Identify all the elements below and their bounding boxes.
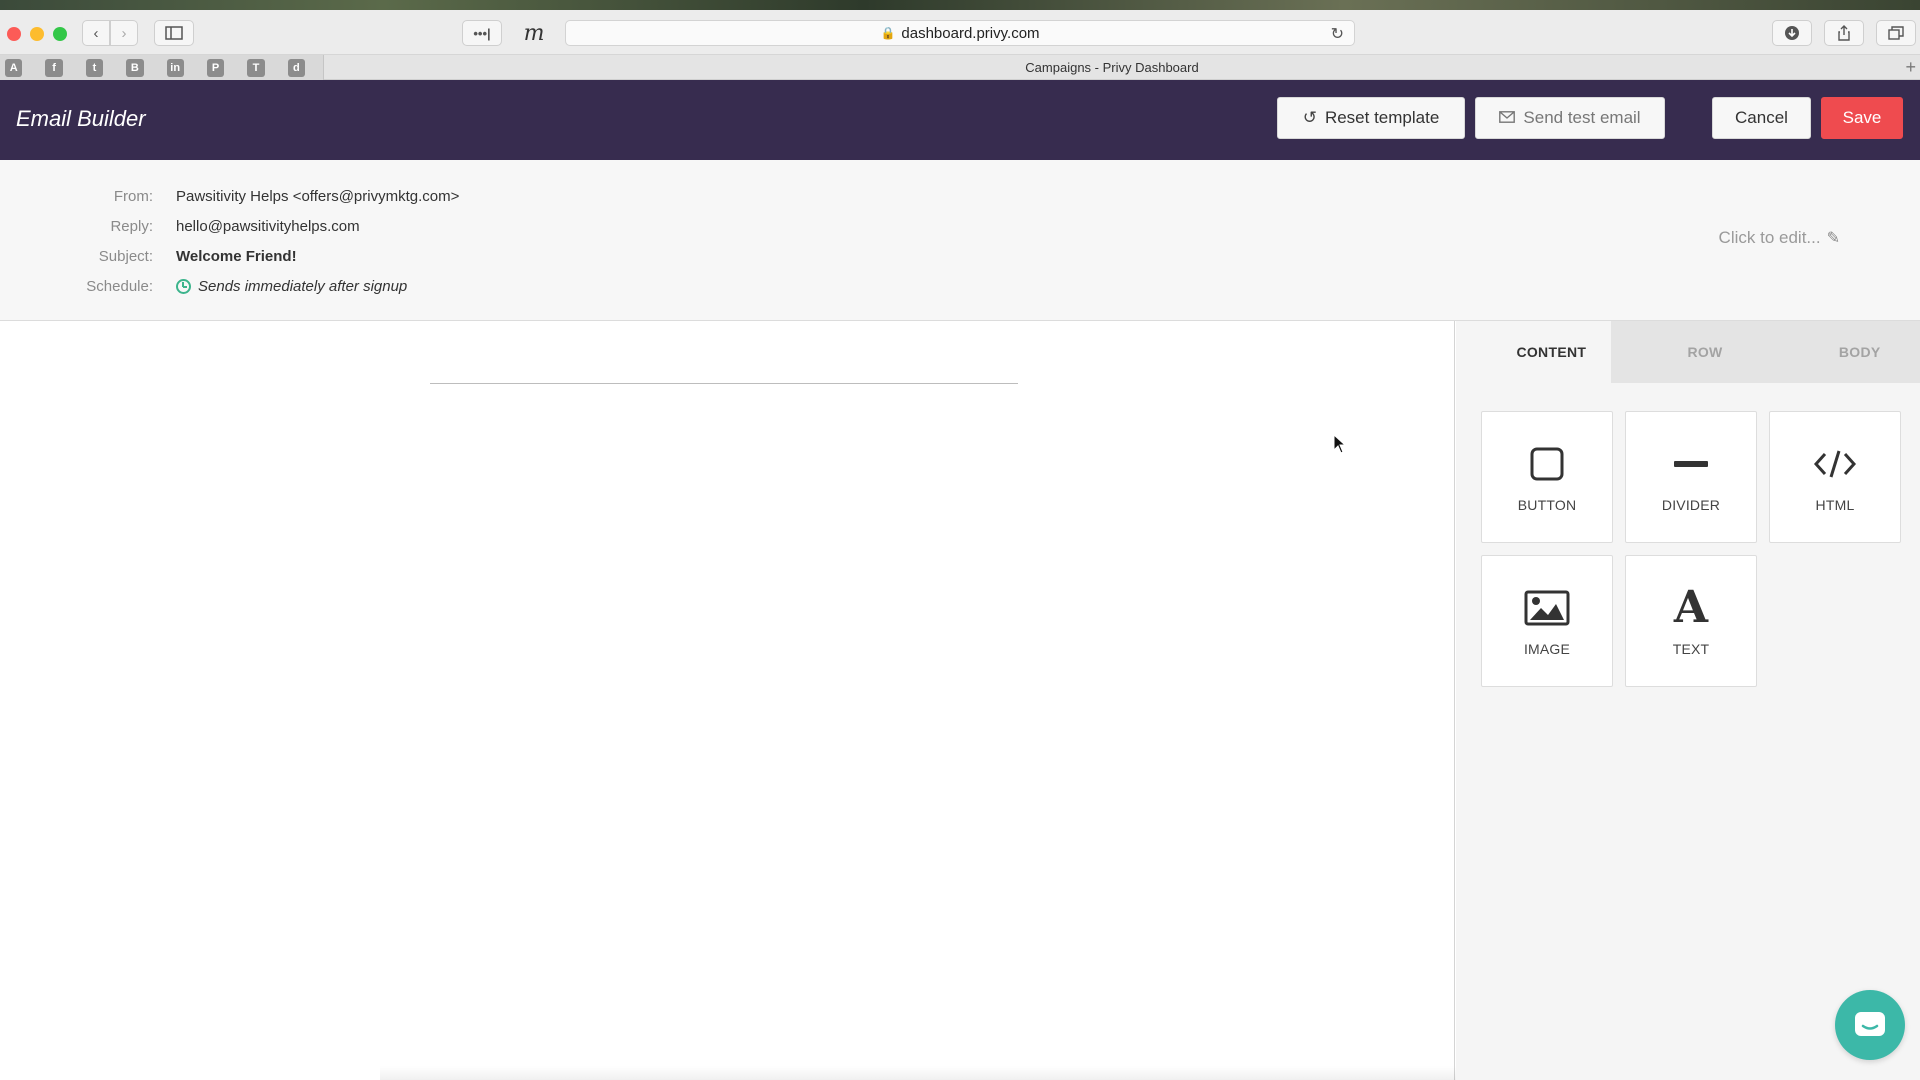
script-m-icon: m [523,20,545,46]
send-test-email-label: Send test email [1523,108,1641,127]
image-icon [1524,585,1570,631]
more-dots-icon: •••| [473,25,491,41]
builder-sidebar: CONTENT ROW BODY BUTTON DIVIDER HTML IMA… [1456,321,1920,1080]
divider-block[interactable]: DIVIDER [1625,411,1757,543]
click-to-edit-label: Click to edit... [1718,228,1821,247]
sidebar-toggle-button[interactable] [154,20,194,46]
sidebar-tabs: CONTENT ROW BODY [1456,321,1920,383]
minimize-window-button[interactable] [30,27,44,41]
from-label: From: [113,187,153,205]
builder-workspace: CONTENT ROW BODY BUTTON DIVIDER HTML IMA… [0,321,1920,1080]
email-meta-panel[interactable]: From: Pawsitivity Helps <offers@privymkt… [0,160,1920,321]
extensions-button[interactable]: •••| [462,20,502,46]
reply-label: Reply: [110,217,153,235]
page-title: Email Builder [16,106,146,131]
schedule-value: Sends immediately after signup [176,278,407,295]
share-icon [1838,25,1850,41]
tab-content-label: CONTENT [1516,344,1587,360]
button-square-icon [1530,441,1564,487]
chat-launcher-button[interactable] [1835,990,1905,1060]
email-canvas[interactable] [0,321,1540,1080]
click-to-edit-link[interactable]: Click to edit... ✎ [1719,228,1840,248]
image-block-label: IMAGE [1523,641,1571,657]
grid-icon [1480,341,1506,363]
window-wallpaper-strip [0,0,1920,10]
bookmark-linkedin-icon[interactable]: in [166,58,184,77]
subject-label: Subject: [98,247,153,265]
subject-row: Subject: Welcome Friend! [0,244,297,268]
maximize-window-button[interactable] [53,27,67,41]
content-blocks-grid: BUTTON DIVIDER HTML IMAGE A TEXT [1481,411,1911,687]
email-divider-block[interactable] [430,383,1018,384]
button-block-label: BUTTON [1517,497,1577,513]
divider-icon [1674,441,1708,487]
lines-icon [1805,342,1829,362]
extension-m-button[interactable]: m [516,20,552,46]
bookmarks-bar: A f t B in P T d Campaigns - Privy Dashb… [0,55,1920,80]
tab-row-label: ROW [1687,344,1723,360]
schedule-text: Sends immediately after signup [198,277,408,295]
bookmark-twitter-icon[interactable]: t [85,58,104,77]
forward-button[interactable]: › [110,20,138,46]
send-test-email-button[interactable]: Send test email [1475,97,1665,139]
cancel-button[interactable]: Cancel [1712,97,1811,139]
canvas-bottom-shadow [380,1066,1540,1080]
close-window-button[interactable] [7,27,21,41]
download-icon [1785,26,1799,40]
favorites-icons: A f t B in P T d [0,55,324,80]
address-text: dashboard.privy.com [901,24,1040,42]
chat-icon [1855,1012,1885,1036]
from-row: From: Pawsitivity Helps <offers@privymkt… [0,184,460,208]
save-button[interactable]: Save [1821,97,1903,139]
bookmark-t-icon[interactable]: T [247,58,265,77]
subject-value: Welcome Friend! [176,247,297,265]
divider-block-label: DIVIDER [1661,497,1721,513]
bookmark-p-icon[interactable]: P [206,58,225,77]
button-block[interactable]: BUTTON [1481,411,1613,543]
address-bar[interactable]: 🔒 dashboard.privy.com ↻ [565,20,1355,46]
tab-row[interactable]: ROW [1611,321,1766,383]
bookmark-b-icon[interactable]: B [126,58,144,77]
reset-template-label: Reset template [1324,108,1440,127]
reply-value: hello@pawsitivityhelps.com [176,217,360,235]
app-header: Email Builder ↺ Reset template Send test… [0,80,1920,160]
clock-icon [176,278,191,294]
downloads-button[interactable] [1772,20,1812,46]
from-value: Pawsitivity Helps <offers@privymktg.com> [176,187,460,205]
reload-icon[interactable]: ↻ [1331,24,1344,44]
tab-content[interactable]: CONTENT [1456,321,1611,383]
chevron-right-icon: › [121,24,127,42]
schedule-label: Schedule: [86,277,153,295]
pencil-icon: ✎ [1826,230,1840,247]
tabs-icon [1888,26,1904,40]
sidebar-icon [165,26,183,40]
html-block-label: HTML [1815,497,1855,513]
new-tab-icon[interactable]: + [1905,57,1916,78]
code-icon [1813,441,1857,487]
html-block[interactable]: HTML [1769,411,1901,543]
text-block[interactable]: A TEXT [1625,555,1757,687]
text-block-label: TEXT [1672,641,1710,657]
active-tab-title[interactable]: Campaigns - Privy Dashboard [324,55,1900,80]
bookmark-drive-icon[interactable]: d [287,58,305,77]
back-button[interactable]: ‹ [82,20,110,46]
browser-toolbar: ‹ › •••| m 🔒 dashboard.privy.com ↻ [0,10,1920,55]
image-block[interactable]: IMAGE [1481,555,1613,687]
schedule-row: Schedule: Sends immediately after signup [0,274,407,298]
tab-body[interactable]: BODY [1765,321,1920,383]
lines-icon [1653,342,1677,362]
bookmark-a-icon[interactable]: A [5,58,23,77]
bookmark-facebook-icon[interactable]: f [45,58,63,77]
share-button[interactable] [1824,20,1864,46]
reset-template-button[interactable]: ↺ Reset template [1277,97,1465,139]
envelope-icon [1499,108,1516,128]
undo-icon: ↺ [1302,108,1317,127]
tab-body-label: BODY [1838,344,1881,360]
lock-icon: 🔒 [880,26,896,40]
reply-row: Reply: hello@pawsitivityhelps.com [0,214,360,238]
text-icon: A [1673,582,1709,633]
tab-overview-button[interactable] [1876,20,1916,46]
chevron-left-icon: ‹ [93,24,99,42]
